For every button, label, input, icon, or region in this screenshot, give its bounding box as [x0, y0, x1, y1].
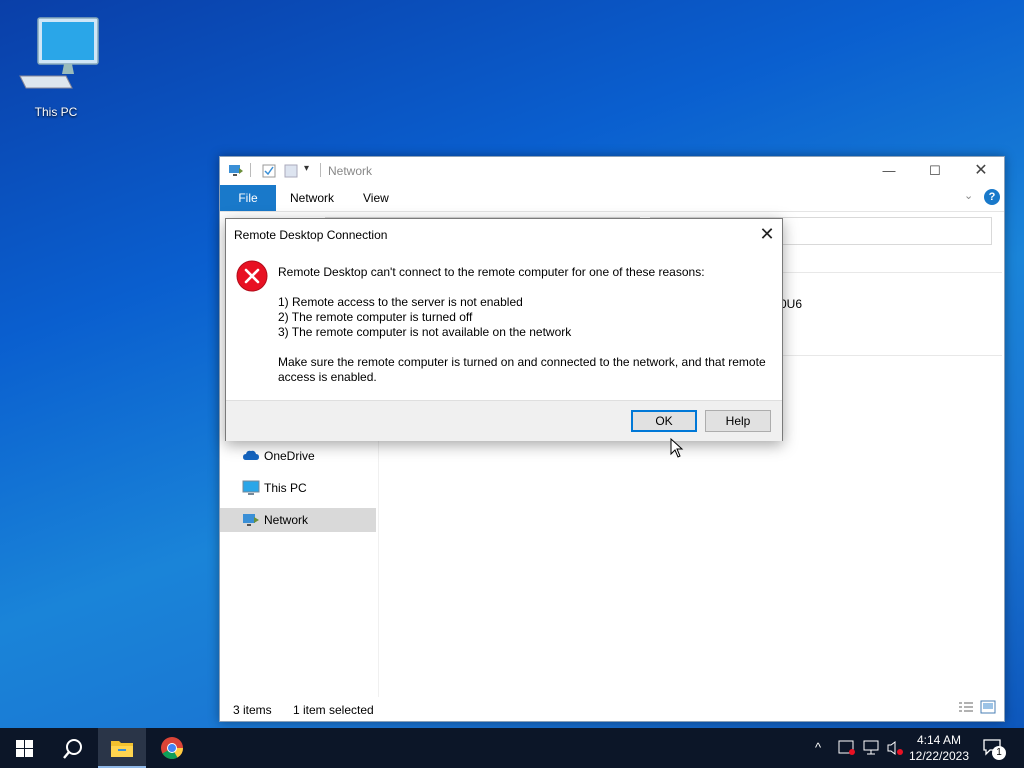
start-icon	[16, 740, 33, 757]
nav-item-label: Network	[264, 513, 309, 527]
error-icon	[236, 260, 268, 292]
tab-network[interactable]: Network	[290, 185, 334, 211]
desktop-icon-label: This PC	[34, 105, 78, 119]
title-bar: ▾ Network — ☐ ✕	[220, 157, 1004, 185]
nav-item-network[interactable]: Network	[220, 508, 376, 532]
tab-file[interactable]: File	[220, 185, 276, 211]
nav-item-label: OneDrive	[264, 449, 315, 463]
large-icons-view-icon[interactable]	[980, 700, 996, 714]
selection-count: 1 item selected	[293, 703, 374, 717]
network-status-icon[interactable]	[862, 740, 880, 756]
action-center-button[interactable]: 1	[982, 738, 1006, 760]
advice-line-1: Make sure the remote computer is turned …	[278, 355, 766, 369]
nav-item-onedrive[interactable]: OneDrive	[220, 444, 376, 468]
error-message-intro: Remote Desktop can't connect to the remo…	[278, 265, 705, 279]
new-folder-icon[interactable]	[284, 164, 298, 178]
taskbar-chrome[interactable]	[148, 728, 196, 768]
nav-item-label: This PC	[264, 481, 307, 495]
mouse-cursor-icon	[670, 438, 684, 458]
minimize-button[interactable]: —	[866, 157, 912, 185]
item-count: 3 items	[233, 703, 272, 717]
dialog-title: Remote Desktop Connection	[234, 228, 388, 242]
desktop-icon-this-pc[interactable]: This PC	[12, 12, 100, 124]
clock[interactable]: 4:14 AM 12/22/2023	[904, 732, 974, 764]
dialog-close-button[interactable]: ✕	[756, 223, 778, 245]
reason-2: 2) The remote computer is turned off	[278, 310, 473, 324]
window-title: Network	[328, 164, 373, 178]
nav-item-this-pc[interactable]: This PC	[220, 476, 376, 500]
file-explorer-icon	[111, 741, 133, 757]
network-item-partial[interactable]: 0U6	[780, 297, 802, 311]
quick-access-dropdown-icon[interactable]: ▾	[304, 163, 309, 174]
dialog-button-area: OK Help	[226, 400, 782, 441]
reason-1: 1) Remote access to the server is not en…	[278, 295, 523, 309]
taskbar: ^ 4:14 AM 12/22/2023 1	[0, 728, 1024, 768]
close-button[interactable]: ✕	[958, 157, 1004, 185]
show-hidden-icons-icon[interactable]: ^	[815, 740, 821, 755]
monitor-icon	[242, 480, 260, 495]
monitor-icon	[19, 17, 99, 89]
maximize-button[interactable]: ☐	[912, 157, 958, 185]
taskbar-search-button[interactable]	[48, 728, 96, 768]
volume-muted-icon[interactable]	[886, 740, 904, 756]
chrome-icon	[161, 737, 183, 759]
search-icon	[63, 739, 82, 759]
network-icon	[229, 165, 243, 176]
cloud-icon	[243, 450, 259, 460]
help-button[interactable]: Help	[705, 410, 771, 432]
start-button[interactable]	[0, 728, 48, 768]
help-icon[interactable]: ?	[984, 189, 1000, 205]
reason-3: 3) The remote computer is not available …	[278, 325, 572, 339]
notification-count-badge: 1	[992, 746, 1006, 760]
expand-ribbon-icon[interactable]: ⌄	[964, 189, 973, 202]
tab-view[interactable]: View	[363, 185, 389, 211]
properties-icon[interactable]	[262, 164, 276, 178]
status-bar: 3 items 1 item selected	[220, 697, 1004, 721]
security-icon[interactable]	[838, 740, 856, 756]
clock-date: 12/22/2023	[908, 749, 970, 763]
rdp-error-dialog: Remote Desktop Connection ✕ Remote Deskt…	[225, 218, 783, 441]
clock-time: 4:14 AM	[916, 733, 962, 747]
details-view-icon[interactable]	[958, 701, 974, 715]
network-icon	[243, 514, 259, 526]
taskbar-file-explorer[interactable]	[98, 728, 146, 768]
ribbon: File Network View ⌄ ?	[220, 185, 1004, 212]
ok-button[interactable]: OK	[631, 410, 697, 432]
advice-line-2: access is enabled.	[278, 370, 377, 384]
